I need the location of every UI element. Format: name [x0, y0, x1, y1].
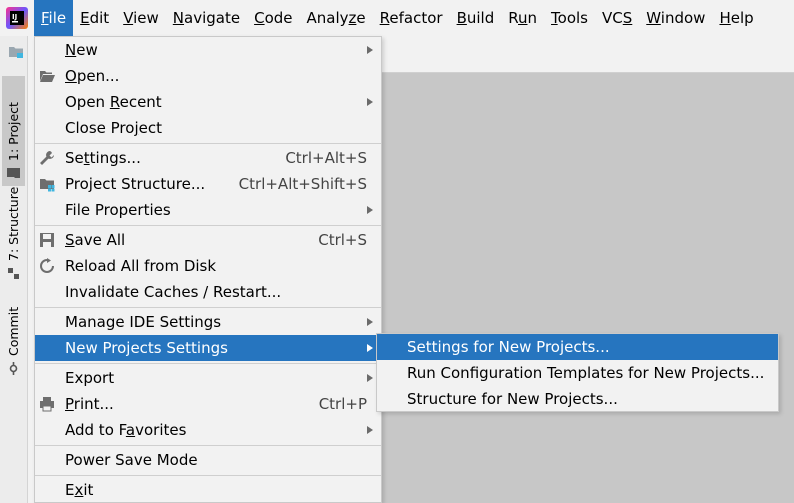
file-menu-dropdown: New Open... Open Recent Close Project Se…: [34, 36, 382, 503]
menu-item-new-projects-settings[interactable]: New Projects Settings: [35, 335, 381, 361]
menu-run[interactable]: Run: [501, 0, 544, 36]
menu-separator: [35, 143, 381, 144]
new-projects-settings-submenu: Settings for New Projects... Run Configu…: [376, 333, 779, 412]
submenu-item-run-configuration-templates[interactable]: Run Configuration Templates for New Proj…: [377, 360, 778, 386]
save-icon: [40, 233, 54, 247]
menu-help[interactable]: Help: [712, 0, 760, 36]
menu-item-file-properties[interactable]: File Properties: [35, 197, 381, 223]
folder-icon: [7, 168, 20, 178]
menu-item-add-to-favorites[interactable]: Add to Favorites: [35, 417, 381, 443]
menu-item-open[interactable]: Open...: [35, 63, 381, 89]
menu-item-project-structure[interactable]: Project Structure... Ctrl+Alt+Shift+S: [35, 171, 381, 197]
menu-edit[interactable]: Edit: [73, 0, 116, 36]
menu-item-exit[interactable]: Exit: [35, 477, 381, 503]
commit-icon: [9, 362, 18, 375]
menu-item-power-save-mode[interactable]: Power Save Mode: [35, 447, 381, 473]
tab-commit-label: Commit: [6, 306, 21, 356]
menu-build[interactable]: Build: [450, 0, 502, 36]
menu-item-settings[interactable]: Settings... Ctrl+Alt+S: [35, 145, 381, 171]
open-folder-icon: [40, 71, 55, 82]
submenu-arrow-icon: [367, 426, 373, 434]
menu-item-open-recent[interactable]: Open Recent: [35, 89, 381, 115]
menu-analyze[interactable]: Analyze: [300, 0, 373, 36]
submenu-arrow-icon: [367, 344, 373, 352]
menu-vcs[interactable]: VCS: [595, 0, 639, 36]
tab-structure[interactable]: 7: Structure: [2, 186, 25, 286]
menu-refactor[interactable]: Refactor: [373, 0, 450, 36]
project-folder-icon[interactable]: [8, 44, 24, 60]
menu-view[interactable]: View: [116, 0, 166, 36]
tab-project-label: 1: Project: [6, 102, 21, 161]
submenu-arrow-icon: [367, 46, 373, 54]
wrench-icon: [40, 151, 54, 165]
menu-item-invalidate-caches[interactable]: Invalidate Caches / Restart...: [35, 279, 381, 305]
editor-area: [382, 73, 794, 503]
menu-item-print[interactable]: Print... Ctrl+P: [35, 391, 381, 417]
shortcut-label: Ctrl+S: [318, 231, 367, 249]
submenu-arrow-icon: [367, 98, 373, 106]
tab-commit[interactable]: Commit: [2, 306, 25, 381]
svg-text:IJ: IJ: [12, 13, 17, 21]
editor-toolbar: [382, 36, 794, 73]
menu-item-save-all[interactable]: Save All Ctrl+S: [35, 227, 381, 253]
menu-navigate[interactable]: Navigate: [166, 0, 247, 36]
tool-window-strip: 1: Project 7: Structure Commit: [0, 36, 28, 503]
submenu-item-structure-for-new-projects[interactable]: Structure for New Projects...: [377, 386, 778, 412]
intellij-logo-icon[interactable]: IJ: [6, 7, 28, 29]
menu-item-close-project[interactable]: Close Project: [35, 115, 381, 141]
submenu-arrow-icon: [367, 374, 373, 382]
tab-project[interactable]: 1: Project: [2, 76, 25, 186]
menu-item-new[interactable]: New: [35, 37, 381, 63]
menu-item-reload-all[interactable]: Reload All from Disk: [35, 253, 381, 279]
shortcut-label: Ctrl+Alt+Shift+S: [238, 175, 367, 193]
menu-item-export[interactable]: Export: [35, 365, 381, 391]
menu-window[interactable]: Window: [639, 0, 712, 36]
shortcut-label: Ctrl+Alt+S: [285, 149, 367, 167]
menu-separator: [35, 225, 381, 226]
menu-code[interactable]: Code: [247, 0, 299, 36]
tab-structure-label: 7: Structure: [6, 186, 21, 261]
menu-item-manage-ide-settings[interactable]: Manage IDE Settings: [35, 309, 381, 335]
menu-separator: [35, 475, 381, 476]
menu-separator: [35, 363, 381, 364]
structure-icon: [8, 268, 19, 279]
main-menu-bar: IJ File Edit View Navigate Code Analyze …: [0, 0, 794, 36]
submenu-arrow-icon: [367, 318, 373, 326]
shortcut-label: Ctrl+P: [318, 395, 367, 413]
submenu-item-settings-for-new-projects[interactable]: Settings for New Projects...: [377, 334, 778, 360]
printer-icon: [40, 397, 54, 412]
submenu-arrow-icon: [367, 206, 373, 214]
menu-tools[interactable]: Tools: [544, 0, 595, 36]
project-structure-icon: [40, 179, 55, 192]
menu-separator: [35, 445, 381, 446]
menu-separator: [35, 307, 381, 308]
menu-file[interactable]: File: [34, 0, 74, 36]
reload-icon: [40, 258, 54, 273]
